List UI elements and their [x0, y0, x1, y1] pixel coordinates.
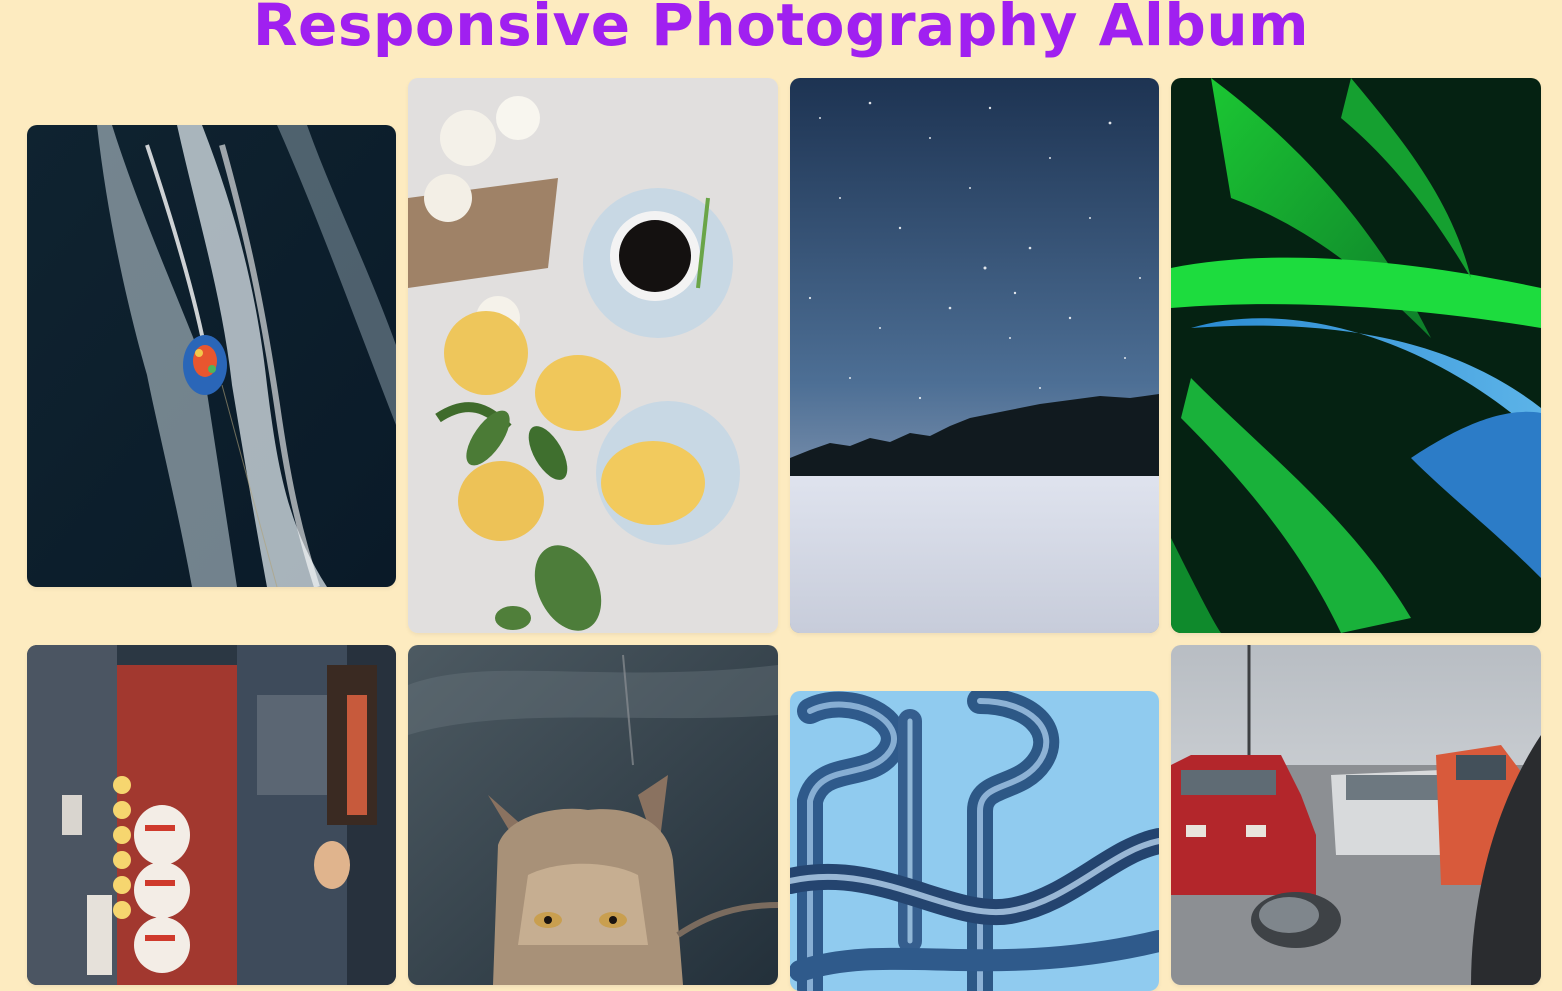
speedboat-image — [27, 125, 396, 587]
photo-starry-sky[interactable]: starry night sky above a dark treeline a… — [790, 78, 1159, 633]
photo-lynx[interactable]: lynx sitting in front of a dark blurred … — [408, 645, 778, 985]
photo-description: city street with lantern signs on Japane… — [27, 645, 28, 646]
photo-speedboat[interactable]: aerial view of a speedboat leaving white… — [27, 125, 396, 587]
photo-description: lynx sitting in front of a dark blurred … — [408, 645, 409, 646]
photo-banana-leaves[interactable]: close-up of green tropical banana leaves… — [1171, 78, 1541, 633]
coffee-lemons-image — [408, 78, 778, 633]
parked-cars-image — [1171, 645, 1541, 985]
photo-description: close-up of green tropical banana leaves… — [1171, 78, 1172, 79]
photo-description: abstract glossy blue bent tubes on a lig… — [790, 691, 791, 692]
photo-description: parked cars with a red BMW beside a car … — [1171, 645, 1172, 646]
lynx-image — [408, 645, 778, 985]
photo-description: flat lay of coffee cup, lemons, leaves a… — [408, 78, 409, 79]
banana-leaves-image — [1171, 78, 1541, 633]
blue-tubes-image — [790, 691, 1159, 991]
starry-sky-image — [790, 78, 1159, 633]
photo-blue-tubes[interactable]: abstract glossy blue bent tubes on a lig… — [790, 691, 1159, 991]
photo-gallery: aerial view of a speedboat leaving white… — [0, 0, 1562, 991]
photo-coffee-lemons[interactable]: flat lay of coffee cup, lemons, leaves a… — [408, 78, 778, 633]
city-street-image — [27, 645, 396, 985]
photo-description: aerial view of a speedboat leaving white… — [27, 125, 28, 126]
photo-description: starry night sky above a dark treeline a… — [790, 78, 791, 79]
photo-parked-cars[interactable]: parked cars with a red BMW beside a car … — [1171, 645, 1541, 985]
photo-city-street[interactable]: city street with lantern signs on Japane… — [27, 645, 396, 985]
